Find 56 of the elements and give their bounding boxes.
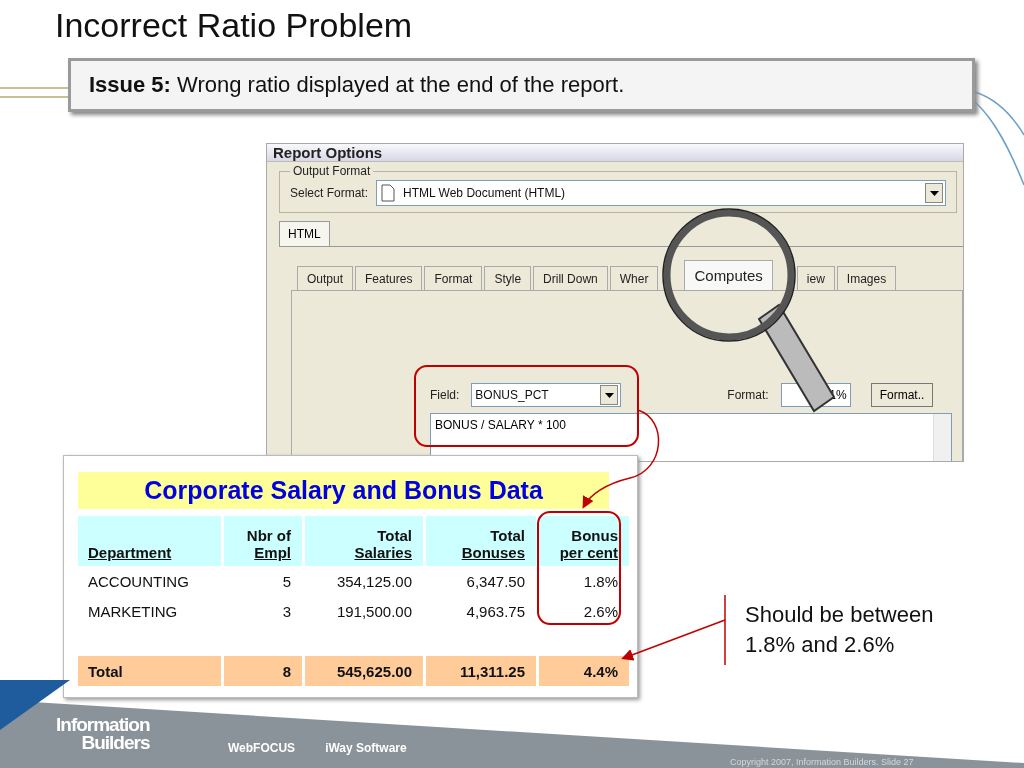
product-name: WebFOCUS <box>228 741 296 755</box>
tab[interactable]: iew <box>796 266 835 290</box>
field-label: Field: <box>430 388 460 402</box>
dropdown-arrow-icon <box>929 190 939 196</box>
dropdown-button[interactable] <box>600 385 619 405</box>
decorative-line <box>0 87 69 98</box>
product-name: iWay Software <box>325 741 407 755</box>
column-header: Total Salaries <box>305 516 423 566</box>
table-cell-text: 6,347.50 <box>465 571 526 592</box>
column-header: Bonus per cent <box>539 516 629 566</box>
annotation-text: Should be between 1.8% and 2.6% <box>745 601 935 659</box>
tab[interactable]: Images <box>836 266 897 290</box>
report-title: Corporate Salary and Bonus Data <box>78 472 609 509</box>
column-header: Total Bonuses <box>426 516 536 566</box>
group-label: Output Format <box>292 164 372 178</box>
tab[interactable]: Wher <box>609 266 659 290</box>
table-cell-text: ACCOUNTING <box>87 571 190 592</box>
total-cell: 545,625.00 <box>305 656 423 686</box>
select-value: HTML Web Document (HTML) <box>403 186 567 200</box>
table-cell-text: MARKETING <box>87 601 179 622</box>
table-cell-text: 4,963.75 <box>465 601 526 622</box>
document-icon <box>381 184 396 202</box>
company-logo: Information Builders <box>56 716 150 753</box>
tab[interactable]: Format <box>424 266 483 290</box>
tab[interactable]: Drill Down <box>533 266 608 290</box>
tab[interactable]: Features <box>355 266 423 290</box>
issue-text: Issue 5: Wrong ratio displayed at the end of the report. <box>89 72 625 98</box>
field-value: BONUS_PCT <box>475 388 550 402</box>
table-cell-text: 2.6% <box>582 601 619 622</box>
slide-title: Incorrect Ratio Problem <box>55 6 413 45</box>
table-cell-text: 191,500.00 <box>335 601 413 622</box>
field-select[interactable]: BONUS_PCT <box>471 383 622 407</box>
format-button[interactable]: Format.. <box>870 383 934 407</box>
formula-field[interactable]: BONUS / SALARY * 100 <box>430 413 952 461</box>
tab[interactable]: HTML <box>279 221 330 246</box>
select-format-label: Select Format: <box>290 186 369 200</box>
column-header: Nbr of Empl <box>224 516 302 566</box>
scrollbar[interactable] <box>933 414 951 461</box>
tab[interactable]: Output <box>297 266 354 290</box>
dropdown-button[interactable] <box>925 183 943 203</box>
tab[interactable]: Style <box>484 266 532 290</box>
column-header: Department <box>78 516 221 566</box>
total-cell: Total <box>78 656 221 686</box>
total-cell: 8 <box>224 656 302 686</box>
total-cell: 11,311.25 <box>426 656 536 686</box>
table-cell-text: 5 <box>281 571 292 592</box>
table-cell-text: 354,125.00 <box>335 571 413 592</box>
format-select[interactable]: HTML Web Document (HTML) <box>376 180 946 206</box>
format-label: Format: <box>727 388 769 402</box>
total-cell: 4.4% <box>539 656 629 686</box>
dialog-title: Report Options <box>267 144 963 162</box>
table-cell-text: 1.8% <box>582 571 619 592</box>
copyright-text: Copyright 2007, Information Builders. Slide 27 <box>730 758 914 767</box>
dropdown-arrow-icon <box>604 392 614 398</box>
tab[interactable]: Computes <box>684 260 773 290</box>
table-cell-text: 3 <box>281 601 292 622</box>
